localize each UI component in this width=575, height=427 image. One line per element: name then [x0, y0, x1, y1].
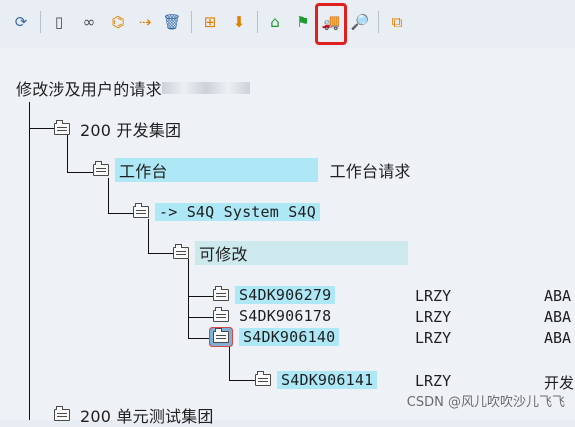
folder-icon: [173, 244, 189, 259]
forward-arrow-icon[interactable]: ⇢: [134, 10, 156, 34]
owner-cell: LRZY: [415, 287, 452, 305]
tree-node-system[interactable]: -> S4Q System S4Q: [133, 201, 320, 223]
redacted-text: [161, 82, 250, 94]
search-doc-icon[interactable]: 🔎: [349, 10, 371, 34]
glasses-icon[interactable]: ∞: [78, 10, 100, 34]
tree-node-request-2[interactable]: S4DK906178: [213, 305, 331, 327]
tree-node-client-next[interactable]: 200 单元测试集团: [54, 404, 218, 426]
folder-icon: [54, 406, 70, 421]
folder-icon: [213, 307, 229, 322]
selected-folder-icon: [213, 328, 229, 343]
tree-node-workbench[interactable]: 工作台 工作台请求: [93, 158, 411, 182]
tree-root-label: 修改涉及用户的请求: [16, 77, 250, 99]
new-document-icon[interactable]: ▯: [48, 10, 70, 34]
refresh-icon[interactable]: ⟳: [10, 10, 32, 34]
release-icon[interactable]: ⬇: [228, 10, 250, 34]
owner-cell: LRZY: [415, 329, 452, 347]
tree-panel: 修改涉及用户的请求 200 开发集团 工作台 工作台请求 -> S4Q Syst…: [0, 48, 575, 426]
trash-icon[interactable]: 🗑: [161, 10, 183, 34]
copy-icon[interactable]: ⧉: [386, 10, 408, 34]
truck-icon[interactable]: 🚚: [320, 10, 342, 34]
desc-cell: ABA: [544, 329, 572, 347]
folder-icon: [255, 371, 271, 386]
tree-node-request-3[interactable]: S4DK906140: [213, 326, 340, 348]
toolbar: ⟳ ▯ ∞ ⌬ ⇢ 🗑 ⊞ ⬇ ⌂ ⚑ 🚚 🔎 ⧉: [0, 0, 575, 46]
folder-icon: [133, 203, 149, 218]
folder-icon: [93, 161, 109, 176]
flag-icon[interactable]: ⚑: [292, 10, 314, 34]
tree-node-request-1[interactable]: S4DK906279: [213, 284, 336, 306]
watermark: CSDN @风儿吹吹沙儿飞飞: [406, 395, 565, 410]
folder-icon: [213, 286, 229, 301]
desc-cell: ABA: [544, 287, 572, 305]
owner-cell: LRZY: [415, 372, 452, 390]
desc-cell: ABA: [544, 308, 572, 326]
folder-icon: [54, 120, 70, 135]
tree-node-client-200[interactable]: 200 开发集团: [54, 118, 185, 140]
tree-icon[interactable]: ⌂: [264, 10, 286, 34]
hierarchy-icon[interactable]: ⌬: [107, 10, 129, 34]
tree-node-task[interactable]: S4DK906141: [255, 369, 378, 391]
tree-node-modifiable[interactable]: 可修改: [173, 241, 408, 265]
owner-cell: LRZY: [415, 308, 452, 326]
desc-cell: 开发: [544, 374, 575, 392]
structure-icon[interactable]: ⊞: [199, 10, 221, 34]
